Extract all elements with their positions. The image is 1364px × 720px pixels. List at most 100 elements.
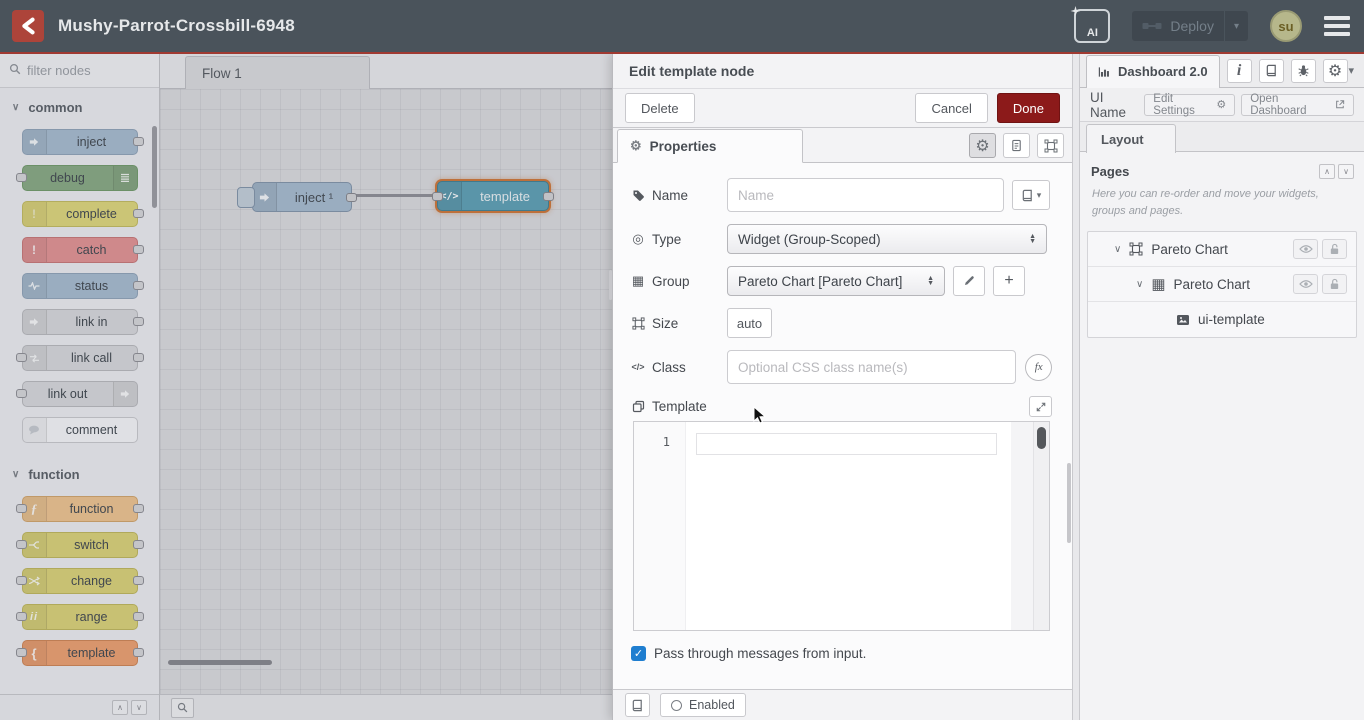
palette-category-function[interactable]: ∨function [0,455,159,486]
tray-scrollbar[interactable] [1067,463,1071,543]
cancel-button[interactable]: Cancel [915,93,987,123]
config-nodes-tab-button[interactable]: ⚙ [1323,59,1348,83]
filter-nodes-input[interactable] [27,63,150,78]
template-output-port[interactable] [543,192,554,201]
size-button[interactable]: auto [727,308,772,338]
help-tab-button[interactable] [1259,59,1284,83]
group-select[interactable]: Pareto Chart [Pareto Chart] ▲▼ [727,266,945,296]
palette-node-link-call[interactable]: link call [22,345,138,371]
deploy-options-caret[interactable]: ▾ [1224,11,1248,41]
node-output-port[interactable] [133,612,144,621]
node-enabled-toggle[interactable]: Enabled [660,693,746,717]
node-output-port[interactable] [133,317,144,326]
node-output-port[interactable] [133,540,144,549]
template-node-selected[interactable]: </> template [437,181,549,211]
node-input-port[interactable] [16,353,27,362]
ai-assistant-button[interactable]: AI [1074,9,1110,43]
node-output-port[interactable] [133,648,144,657]
palette-node-range[interactable]: iirange [22,604,138,630]
node-output-port[interactable] [133,576,144,585]
layout-tree-item-ui-template[interactable]: ui-template [1088,302,1356,337]
main-menu-button[interactable] [1324,16,1350,36]
node-input-port[interactable] [16,540,27,549]
palette-node-status[interactable]: status [22,273,138,299]
template-input-port[interactable] [432,192,443,201]
node-input-port[interactable] [16,173,27,182]
open-dashboard-button[interactable]: Open Dashboard [1241,94,1354,116]
node-input-port[interactable] [16,648,27,657]
appearance-tab-button[interactable] [1037,133,1064,158]
palette-search[interactable] [0,54,159,88]
node-output-port[interactable] [133,245,144,254]
user-avatar[interactable]: su [1270,10,1302,42]
class-input[interactable] [727,350,1016,384]
palette-node-complete[interactable]: !complete [22,201,138,227]
lock-toggle-button[interactable] [1322,239,1347,259]
node-input-port[interactable] [16,612,27,621]
add-group-button[interactable]: + [993,266,1025,296]
sidebar-splitter[interactable] [1072,54,1080,720]
pass-through-checkbox[interactable]: ✓ [631,646,646,661]
debug-tab-button[interactable] [1291,59,1316,83]
delete-button[interactable]: Delete [625,93,695,123]
palette-scrollbar[interactable] [152,126,157,208]
layout-tab[interactable]: Layout [1086,124,1176,153]
palette-node-inject[interactable]: inject [22,129,138,155]
select-spinner-icon: ▲▼ [1029,234,1036,244]
type-select[interactable]: Widget (Group-Scoped) ▲▼ [727,224,1047,254]
palette-expand-all-button[interactable]: ∨ [131,700,147,715]
dashboard-tab[interactable]: Dashboard 2.0 [1086,55,1220,88]
node-output-port[interactable] [133,353,144,362]
visibility-toggle-button[interactable] [1293,274,1318,294]
pages-collapse-button[interactable]: ∧ [1319,164,1335,179]
palette-collapse-all-button[interactable]: ∧ [112,700,128,715]
palette-node-switch[interactable]: switch [22,532,138,558]
done-button[interactable]: Done [997,93,1060,123]
palette-node-link-out[interactable]: link out [22,381,138,407]
layout-tree-item-pareto-chart[interactable]: ∨Pareto Chart [1088,232,1356,267]
palette-node-function[interactable]: ƒfunction [22,496,138,522]
inject-trigger-button[interactable] [237,187,255,208]
name-input[interactable] [727,178,1004,212]
palette-node-comment[interactable]: comment [22,417,138,443]
tray-resize-handle[interactable] [609,270,612,300]
node-output-port[interactable] [133,504,144,513]
flow-tab[interactable]: Flow 1 [185,56,370,90]
inject-node[interactable]: inject ¹ [252,182,352,212]
info-tab-button[interactable]: i [1227,59,1252,83]
deploy-button[interactable]: Deploy ▾ [1132,11,1248,41]
node-input-port[interactable] [16,389,27,398]
node-output-port[interactable] [133,137,144,146]
pages-expand-button[interactable]: ∨ [1338,164,1354,179]
node-output-port[interactable] [133,209,144,218]
palette-node-catch[interactable]: !catch [22,237,138,263]
node-input-port[interactable] [16,504,27,513]
edit-settings-button[interactable]: Edit Settings ⚙ [1144,94,1235,116]
palette-node-debug[interactable]: debug [22,165,138,191]
canvas-horizontal-scrollbar[interactable] [168,660,272,665]
palette-node-template[interactable]: {template [22,640,138,666]
sidebar-menu-caret[interactable]: ▾ [1348,64,1354,77]
lock-toggle-button[interactable] [1322,274,1347,294]
fx-button[interactable]: fx [1025,354,1052,381]
canvas-search-button[interactable] [171,698,194,718]
layout-tree-item-pareto-chart[interactable]: ∨▦Pareto Chart [1088,267,1356,302]
palette-node-change[interactable]: change [22,568,138,594]
ui-name-label: UI Name [1090,90,1138,120]
properties-tab[interactable]: ⚙ Properties [617,129,803,163]
edit-group-button[interactable] [953,266,985,296]
inject-output-port[interactable] [346,193,357,202]
palette-node-link-in[interactable]: link in [22,309,138,335]
node-help-button[interactable] [625,693,650,717]
node-input-port[interactable] [16,576,27,585]
palette-category-common[interactable]: ∨common [0,88,159,119]
editor-scrollbar-thumb[interactable] [1037,427,1046,449]
editor-scrollbar[interactable] [1033,422,1049,630]
node-output-port[interactable] [133,281,144,290]
template-code-editor[interactable]: 1 [633,421,1050,631]
visibility-toggle-button[interactable] [1293,239,1318,259]
description-tab-button[interactable] [1003,133,1030,158]
expand-editor-button[interactable] [1029,396,1052,417]
properties-tab-button[interactable]: ⚙ [969,133,996,158]
name-label-options-button[interactable]: ▾ [1012,180,1050,210]
